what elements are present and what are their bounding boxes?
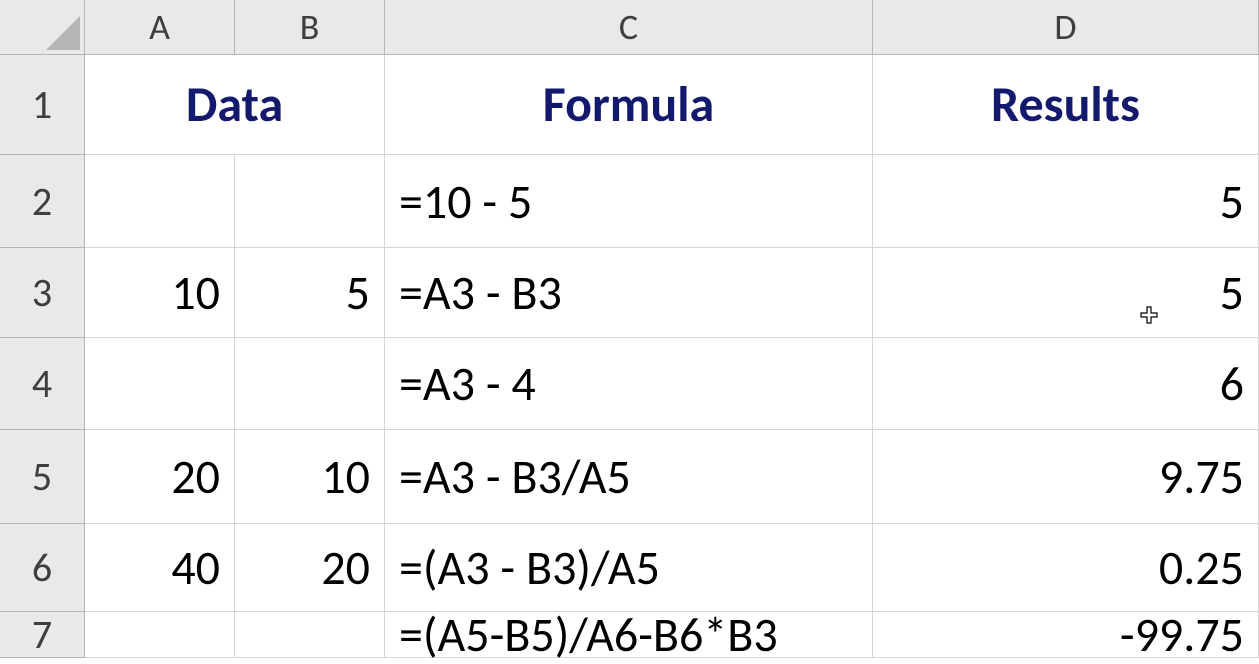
cell-c4[interactable]: =A3 - 4 [385, 338, 873, 430]
cell-a4[interactable] [85, 338, 235, 430]
cell-d2[interactable]: 5 [873, 155, 1259, 248]
row-header-6[interactable]: 6 [0, 524, 85, 612]
cell-a5[interactable]: 20 [85, 430, 235, 524]
cell-d6[interactable]: 0.25 [873, 524, 1259, 612]
spreadsheet-grid: A B C D 1 Data Formula Results 2 =10 - 5… [0, 0, 1259, 658]
cell-a1-b1-merged[interactable]: Data [85, 55, 385, 155]
cell-d4[interactable]: 6 [873, 338, 1259, 430]
cell-b7[interactable] [235, 612, 385, 658]
cell-c7[interactable]: =(A5-B5)/A6-B6*B3 [385, 612, 873, 658]
cell-c2[interactable]: =10 - 5 [385, 155, 873, 248]
cell-a6[interactable]: 40 [85, 524, 235, 612]
cell-c5[interactable]: =A3 - B3/A5 [385, 430, 873, 524]
row-header-5[interactable]: 5 [0, 430, 85, 524]
row-header-7[interactable]: 7 [0, 612, 85, 658]
cell-b5[interactable]: 10 [235, 430, 385, 524]
row-header-3[interactable]: 3 [0, 248, 85, 338]
cell-b6[interactable]: 20 [235, 524, 385, 612]
cell-d3[interactable]: 5 [873, 248, 1259, 338]
cell-a7[interactable] [85, 612, 235, 658]
column-header-b[interactable]: B [235, 0, 385, 55]
cell-d5[interactable]: 9.75 [873, 430, 1259, 524]
select-all-corner[interactable] [0, 0, 85, 55]
cell-a2[interactable] [85, 155, 235, 248]
cell-c1[interactable]: Formula [385, 55, 873, 155]
column-header-d[interactable]: D [873, 0, 1259, 55]
column-header-a[interactable]: A [85, 0, 235, 55]
cell-d1[interactable]: Results [873, 55, 1259, 155]
cell-b3[interactable]: 5 [235, 248, 385, 338]
select-all-triangle-icon [46, 16, 80, 50]
row-header-2[interactable]: 2 [0, 155, 85, 248]
cell-a3[interactable]: 10 [85, 248, 235, 338]
cell-b4[interactable] [235, 338, 385, 430]
row-header-1[interactable]: 1 [0, 55, 85, 155]
row-header-4[interactable]: 4 [0, 338, 85, 430]
cell-d7[interactable]: -99.75 [873, 612, 1259, 658]
cell-c6[interactable]: =(A3 - B3)/A5 [385, 524, 873, 612]
cell-b2[interactable] [235, 155, 385, 248]
cell-c3[interactable]: =A3 - B3 [385, 248, 873, 338]
column-header-c[interactable]: C [385, 0, 873, 55]
